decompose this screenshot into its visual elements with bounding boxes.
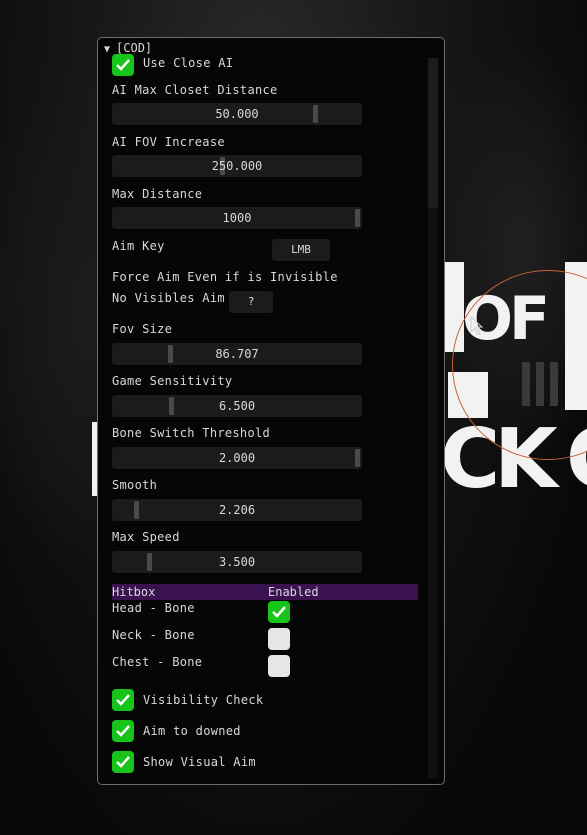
- scrollbar-thumb[interactable]: [428, 58, 438, 208]
- fov-size-slider[interactable]: 86.707: [112, 343, 362, 365]
- head-bone-checkbox[interactable]: [268, 601, 290, 623]
- cod-settings-window[interactable]: ▼ [COD] Use Close AI AI Max Closet Distan…: [97, 37, 445, 785]
- window-title: [COD]: [116, 41, 153, 55]
- max-speed-label: Max Speed: [112, 530, 180, 544]
- triangle-down-icon[interactable]: ▼: [104, 44, 110, 55]
- vertical-scrollbar[interactable]: [428, 58, 438, 778]
- max-distance-slider[interactable]: 1000: [112, 207, 362, 229]
- check-icon: [272, 606, 286, 618]
- ai-fov-increase-label: AI FOV Increase: [112, 135, 225, 149]
- max-speed-slider[interactable]: 3.500: [112, 551, 362, 573]
- bone-switch-threshold-label: Bone Switch Threshold: [112, 426, 271, 440]
- visibility-check-checkbox[interactable]: [112, 689, 134, 711]
- hitbox-row-label: Head - Bone: [112, 601, 195, 615]
- slider-value: 1000: [222, 211, 252, 225]
- check-icon: [116, 694, 130, 706]
- hitbox-row-label: Chest - Bone: [112, 655, 203, 669]
- max-distance-label: Max Distance: [112, 187, 203, 201]
- game-sensitivity-label: Game Sensitivity: [112, 374, 233, 388]
- hitbox-row-label: Neck - Bone: [112, 628, 195, 642]
- slider-value: 250.000: [211, 159, 263, 173]
- bone-switch-threshold-slider[interactable]: 2.000: [112, 447, 362, 469]
- ai-max-closet-distance-label: AI Max Closet Distance: [112, 83, 278, 97]
- aim-key-label: Aim Key: [112, 239, 165, 253]
- slider-value: 3.500: [218, 555, 256, 569]
- visibility-check-label: Visibility Check: [143, 693, 264, 707]
- no-visibles-aim-button[interactable]: ?: [229, 291, 273, 313]
- force-aim-label: Force Aim Even if is Invisible: [112, 270, 338, 284]
- check-icon: [116, 756, 130, 768]
- ai-fov-increase-slider[interactable]: 250.000: [112, 155, 362, 177]
- window-titlebar[interactable]: ▼ [COD]: [98, 38, 444, 58]
- show-visual-aim-label: Show Visual Aim: [143, 755, 256, 769]
- aim-to-downed-label: Aim to downed: [143, 724, 241, 738]
- hitbox-column-header: Hitbox: [112, 585, 156, 599]
- mouse-cursor-icon: [470, 316, 484, 336]
- aim-key-button[interactable]: LMB: [272, 239, 330, 261]
- slider-value: 86.707: [215, 347, 259, 361]
- use-close-ai-checkbox[interactable]: [112, 54, 134, 76]
- ai-max-closet-distance-slider[interactable]: 50.000: [112, 103, 362, 125]
- aim-to-downed-checkbox[interactable]: [112, 720, 134, 742]
- use-close-ai-label: Use Close AI: [143, 56, 234, 70]
- check-icon: [116, 59, 130, 71]
- show-visual-aim-checkbox[interactable]: [112, 751, 134, 773]
- fov-size-label: Fov Size: [112, 322, 173, 336]
- smooth-label: Smooth: [112, 478, 158, 492]
- slider-value: 50.000: [215, 107, 259, 121]
- neck-bone-checkbox[interactable]: [268, 628, 290, 650]
- hitbox-table-header: Hitbox Enabled: [112, 584, 418, 600]
- check-icon: [116, 725, 130, 737]
- no-visibles-aim-label: No Visibles Aim: [112, 291, 225, 305]
- window-content: Use Close AI AI Max Closet Distance 50.0…: [98, 54, 444, 784]
- smooth-slider[interactable]: 2.206: [112, 499, 362, 521]
- chest-bone-checkbox[interactable]: [268, 655, 290, 677]
- slider-value: 2.000: [218, 451, 256, 465]
- slider-value: 2.206: [218, 503, 256, 517]
- game-sensitivity-slider[interactable]: 6.500: [112, 395, 362, 417]
- slider-value: 6.500: [218, 399, 256, 413]
- enabled-column-header: Enabled: [268, 585, 319, 599]
